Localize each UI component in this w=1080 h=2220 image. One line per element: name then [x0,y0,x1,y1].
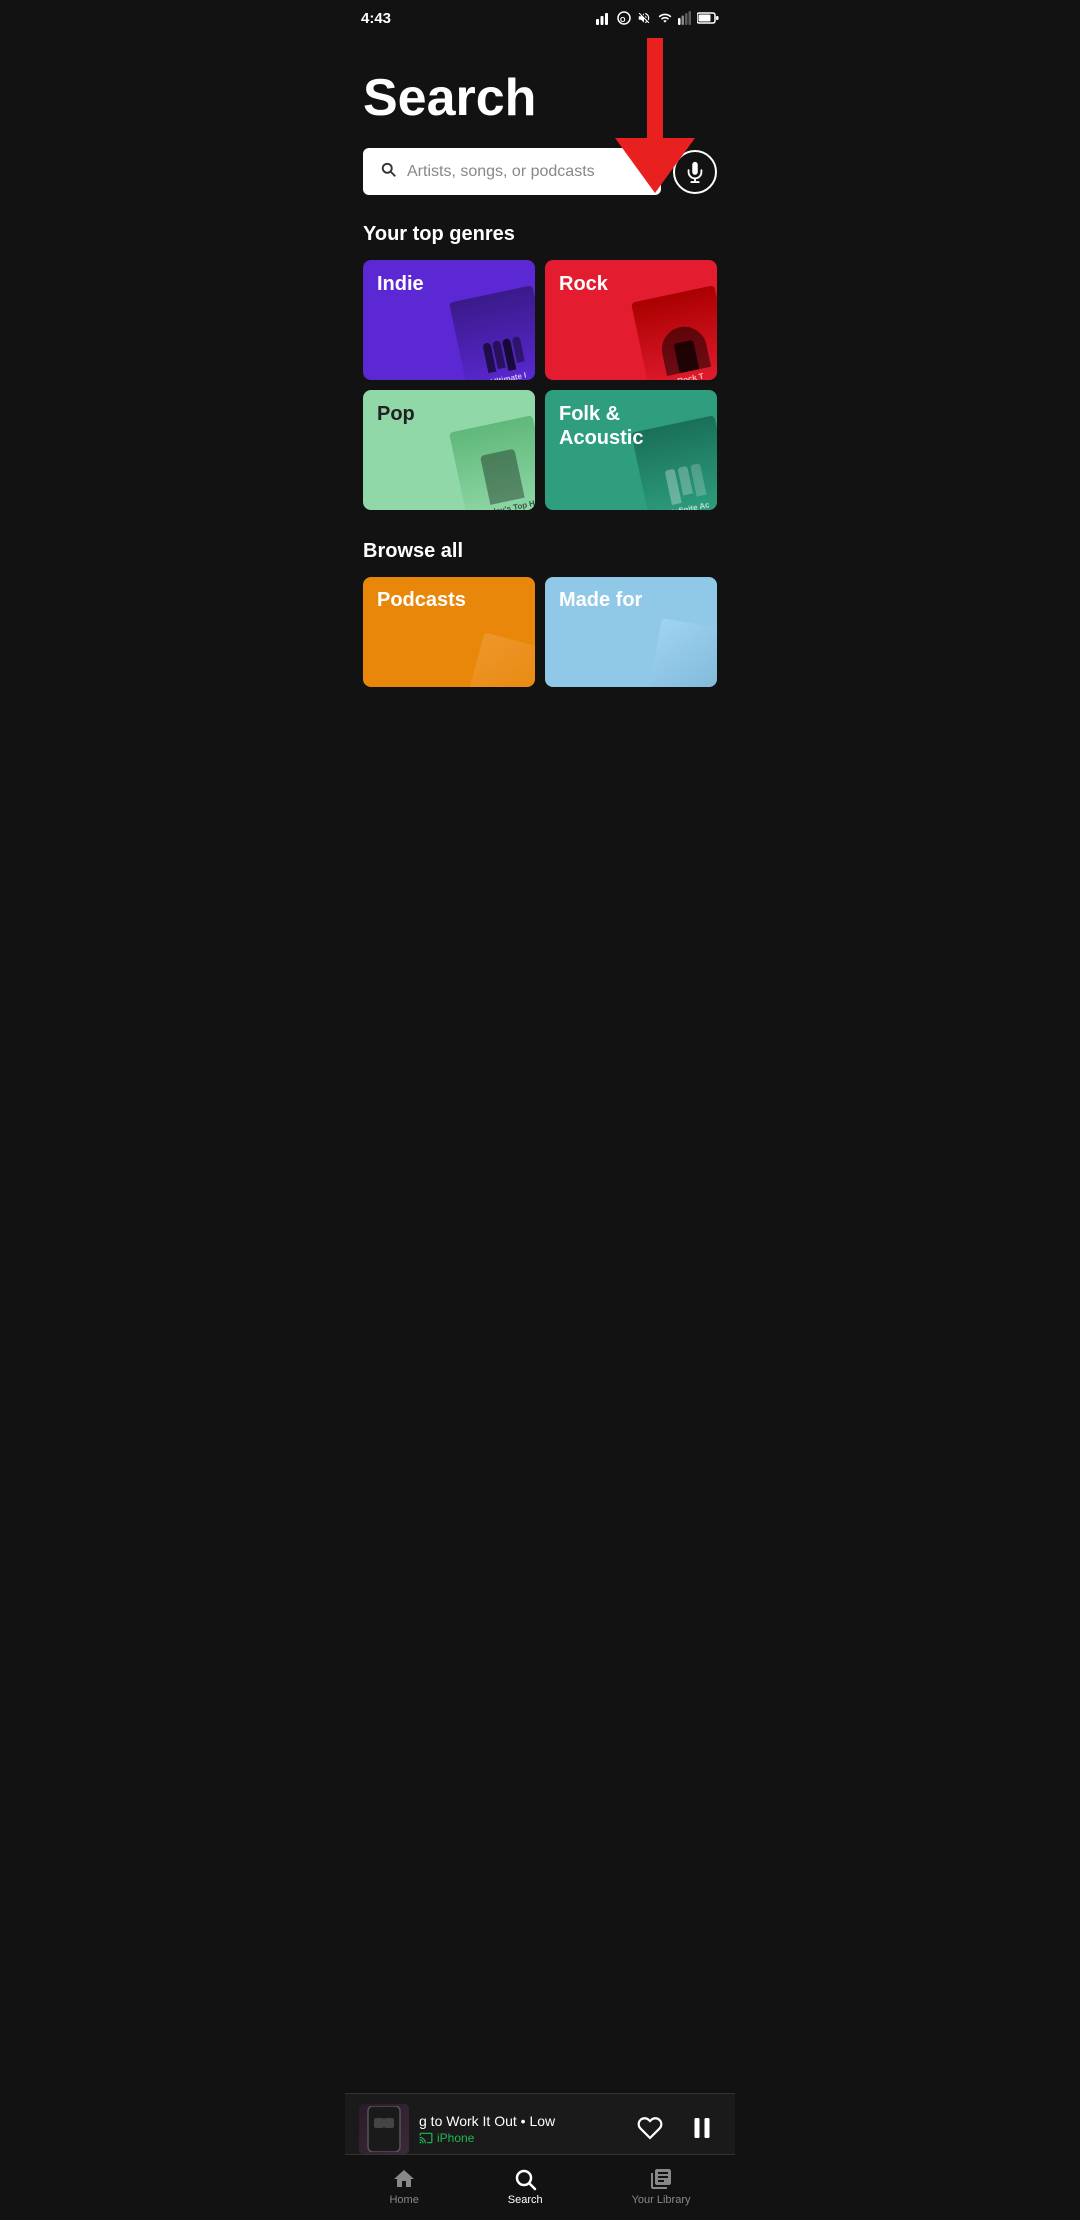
bottom-nav: Home Search Your Library [345,2154,735,2220]
genre-label-rock: Rock [559,272,608,296]
genre-label-indie: Indie [377,272,424,296]
browse-card-podcasts[interactable]: Podcasts [363,577,535,687]
pause-icon [687,2113,717,2143]
genre-card-folk[interactable]: Folk & Acoustic Infinite Ac [545,390,717,510]
genre-card-pop[interactable]: Pop Today's Top H [363,390,535,510]
heart-icon [637,2115,663,2141]
status-bar: 4:43 O [345,0,735,32]
browse-card-made-for[interactable]: Made for [545,577,717,687]
track-name: g to Work It Out • Low [419,2113,623,2129]
battery-icon [697,12,719,24]
album-art-icon [366,2106,402,2152]
browse-all-section: Browse all Podcasts Made for [363,540,717,687]
svg-text:O: O [620,17,626,24]
home-icon [392,2167,416,2191]
search-magnifier-icon [379,160,397,183]
album-art-small [359,2104,409,2154]
browse-label-podcasts: Podcasts [377,589,466,612]
search-nav-icon [513,2167,537,2191]
track-device: iPhone [419,2131,623,2145]
now-playing-controls [633,2109,721,2150]
red-arrow [615,38,695,198]
nav-item-home[interactable]: Home [369,2163,438,2210]
top-genres-title: Your top genres [363,223,717,246]
search-placeholder: Artists, songs, or podcasts [407,163,595,181]
data-icon: O [617,11,631,25]
pause-button[interactable] [683,2109,721,2150]
status-time: 4:43 [361,10,391,27]
browse-label-made-for: Made for [559,589,642,612]
genre-label-folk: Folk & Acoustic [559,402,643,450]
device-name: iPhone [437,2131,474,2145]
genre-grid: Indie Ultimate I Rock Rock T [363,260,717,510]
mute-icon [636,11,652,25]
nav-item-library[interactable]: Your Library [612,2163,711,2210]
nav-label-library: Your Library [632,2194,691,2206]
main-content: Search Artists, songs, or podcasts Your … [345,32,735,837]
browse-all-title: Browse all [363,540,717,563]
top-genres-section: Your top genres Indie Ultimate I [363,223,717,510]
genre-card-indie[interactable]: Indie Ultimate I [363,260,535,380]
heart-button[interactable] [633,2111,667,2148]
wifi-icon [657,11,673,25]
nav-item-search[interactable]: Search [488,2163,563,2210]
genre-label-pop: Pop [377,402,415,426]
genre-card-rock[interactable]: Rock Rock T [545,260,717,380]
signal-icon [596,11,612,25]
browse-grid: Podcasts Made for [363,577,717,687]
library-icon [649,2167,673,2191]
nav-label-home: Home [389,2194,418,2206]
track-info: g to Work It Out • Low iPhone [419,2113,623,2145]
status-icons: O [596,11,719,25]
cast-icon [419,2131,433,2145]
signal2-icon [678,11,692,25]
nav-label-search: Search [508,2194,543,2206]
